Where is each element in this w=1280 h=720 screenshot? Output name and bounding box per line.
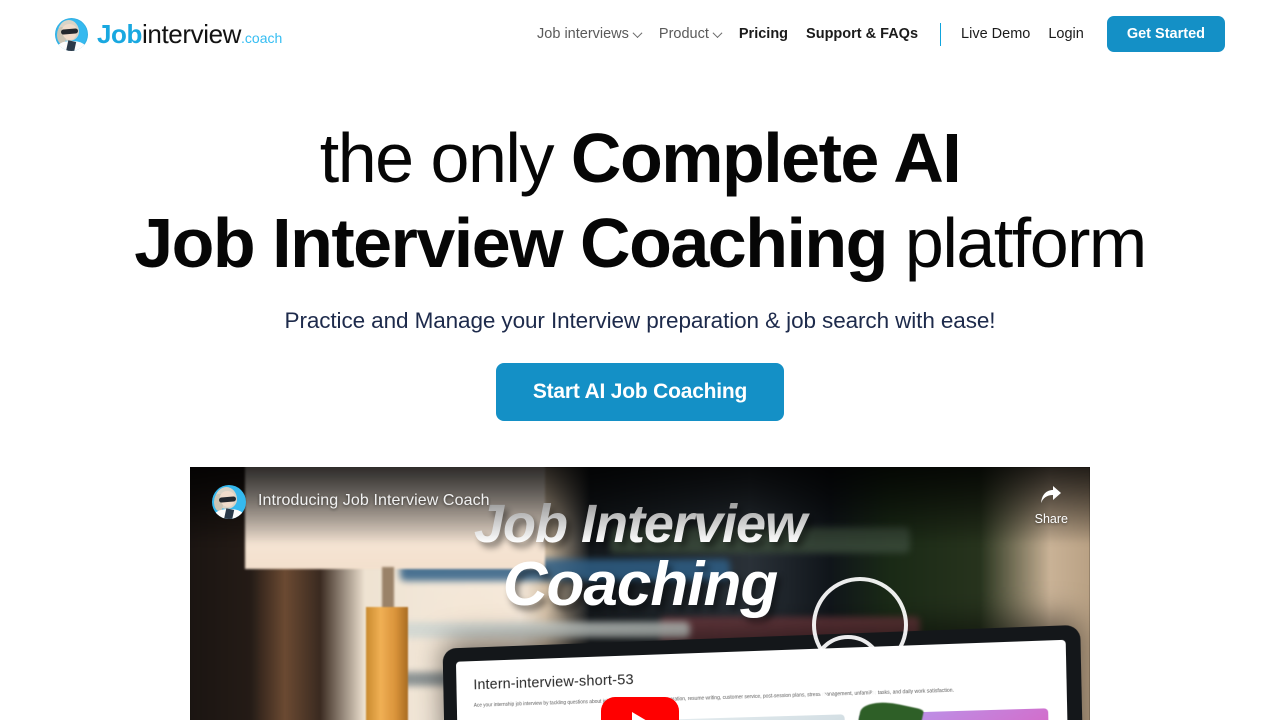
nav-item-job-interviews[interactable]: Job interviews — [528, 27, 650, 42]
chevron-down-icon — [632, 27, 643, 38]
hero-line1-bold: Complete AI — [570, 119, 962, 197]
hero-section: the only Complete AI Job Interview Coach… — [0, 68, 1280, 421]
brand-word-interview: interview — [142, 19, 242, 49]
channel-avatar-icon[interactable] — [212, 485, 246, 519]
brand-wordmark: Jobinterview.coach — [97, 21, 282, 47]
hero-line1-light: the only — [319, 119, 571, 197]
site-header: Jobinterview.coach Job interviews Produc… — [0, 0, 1280, 68]
video-top-bar: Introducing Job Interview Coach Share — [190, 467, 1090, 543]
chevron-down-icon — [712, 27, 723, 38]
woman-sunglasses-avatar-icon — [55, 17, 88, 51]
main-navigation: Job interviews Product Pricing Support &… — [528, 16, 1225, 52]
share-arrow-icon — [1041, 486, 1062, 503]
nav-label: Product — [658, 25, 709, 42]
nav-label: Live Demo — [961, 25, 1031, 42]
nav-label: Support & FAQs — [806, 25, 919, 42]
brand-word-coach: .coach — [241, 30, 283, 46]
start-ai-job-coaching-button[interactable]: Start AI Job Coaching — [495, 363, 785, 421]
nav-item-product[interactable]: Product — [650, 27, 730, 42]
youtube-play-icon[interactable] — [601, 697, 679, 720]
nav-item-support-faqs[interactable]: Support & FAQs — [797, 27, 927, 42]
nav-item-login[interactable]: Login — [1039, 27, 1092, 42]
share-button[interactable]: Share — [1035, 485, 1068, 526]
share-label: Share — [1034, 512, 1068, 526]
nav-label: Job interviews — [537, 25, 629, 42]
hero-line2-bold: Job Interview Coaching — [134, 204, 888, 282]
hero-subtitle: Practice and Manage your Interview prepa… — [284, 308, 996, 333]
video-player[interactable]: Intern-interview-short-53 Ace your inter… — [190, 467, 1090, 720]
hero-line2-light: platform — [886, 204, 1147, 282]
nav-item-live-demo[interactable]: Live Demo — [952, 27, 1039, 42]
nav-label: Login — [1048, 25, 1084, 42]
video-title[interactable]: Introducing Job Interview Coach — [258, 492, 490, 510]
brand-logo[interactable]: Jobinterview.coach — [55, 17, 282, 51]
nav-divider — [940, 22, 942, 46]
nav-item-pricing[interactable]: Pricing — [730, 27, 797, 42]
brand-word-job: Job — [97, 19, 143, 49]
nav-label: Pricing — [738, 25, 789, 42]
page-title: the only Complete AI Job Interview Coach… — [0, 116, 1280, 286]
get-started-button[interactable]: Get Started — [1106, 16, 1225, 52]
